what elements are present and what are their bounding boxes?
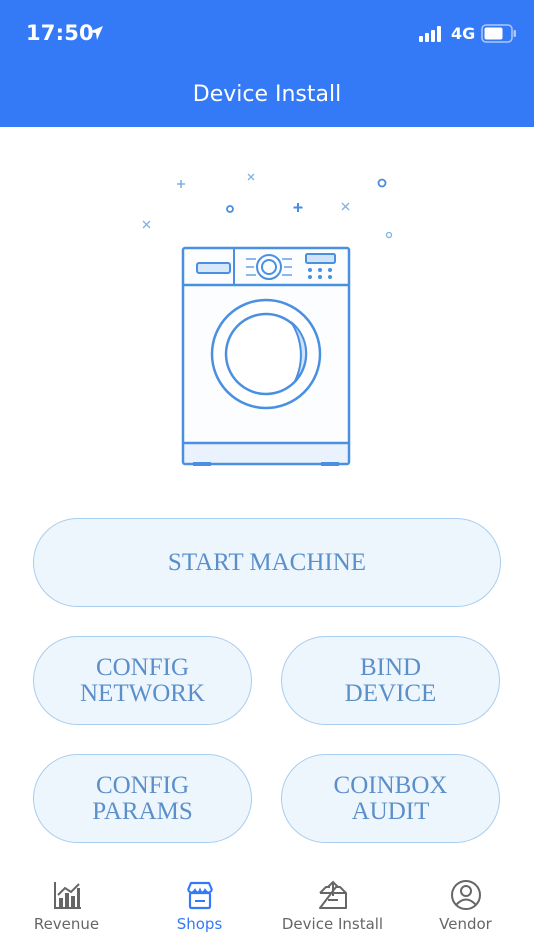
coinbox-audit-button[interactable]: COINBOX AUDIT [281, 754, 500, 843]
tab-shops[interactable]: Shops [133, 866, 266, 950]
tab-revenue[interactable]: Revenue [0, 866, 133, 950]
config-params-button[interactable]: CONFIG PARAMS [33, 754, 252, 843]
tab-shops-label: Shops [176, 915, 223, 933]
tab-device-install-label: Device Install [281, 915, 384, 933]
bind-device-label: BIND DEVICE [344, 653, 437, 707]
start-machine-label: START MACHINE [167, 548, 367, 576]
sparkle-decoration [142, 173, 393, 239]
bottom-tab-bar: Revenue Shops Device Install Vendor [0, 866, 534, 950]
config-params-label: CONFIG PARAMS [92, 771, 193, 825]
tab-vendor[interactable]: Vendor [399, 866, 532, 950]
status-bar: 17:50 4G [0, 0, 534, 66]
config-network-button[interactable]: CONFIG NETWORK [33, 636, 252, 725]
tab-revenue-label: Revenue [33, 915, 100, 933]
network-type: 4G [451, 24, 476, 43]
coinbox-audit-label: COINBOX AUDIT [333, 771, 448, 825]
washing-machine-icon [142, 173, 393, 466]
config-network-label: CONFIG NETWORK [80, 653, 205, 707]
page-title: Device Install [192, 82, 342, 107]
revenue-chart-icon [53, 882, 81, 909]
tab-vendor-label: Vendor [439, 915, 492, 933]
shop-icon [186, 881, 213, 910]
battery-icon [481, 24, 516, 43]
status-time: 17:50 [26, 21, 94, 45]
signal-strength-icon [419, 26, 441, 42]
device-install-icon [318, 880, 347, 909]
app-header: 17:50 4G Device Install [0, 0, 534, 127]
start-machine-button[interactable]: START MACHINE [33, 518, 501, 607]
tab-device-install[interactable]: Device Install [266, 866, 399, 950]
user-icon [450, 880, 481, 910]
location-arrow-icon [89, 26, 103, 40]
bind-device-button[interactable]: BIND DEVICE [281, 636, 500, 725]
